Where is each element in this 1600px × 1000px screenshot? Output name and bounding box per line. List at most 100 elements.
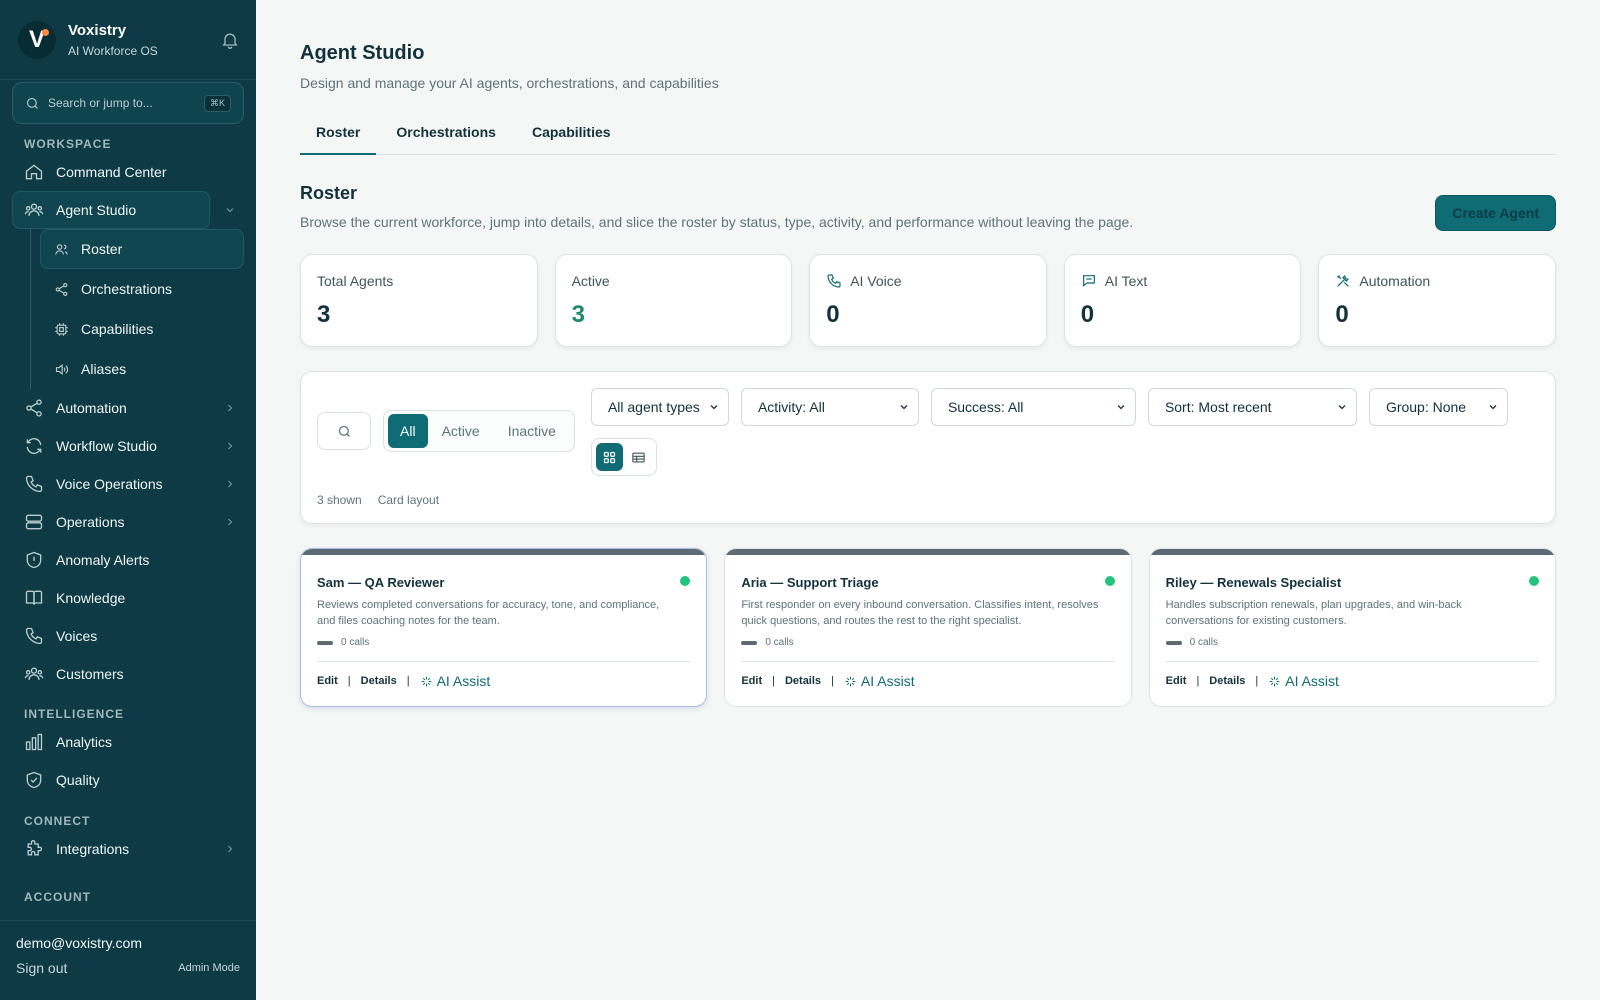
roster-title: Roster <box>300 183 358 203</box>
agent-card[interactable]: Sam — QA Reviewer Reviews completed conv… <box>300 548 708 707</box>
calls-bar <box>741 640 758 645</box>
sidebar-item-workflow-studio[interactable]: Workflow Studio <box>0 427 256 465</box>
filter-panel: All Active Inactive All agent types Acti… <box>300 371 1556 524</box>
page-title: Agent Studio <box>300 42 425 64</box>
sidebar-item-voice-operations[interactable]: Voice Operations <box>0 465 256 503</box>
filter-meta: 3 shown Card layout <box>317 493 439 507</box>
ai-assist-button[interactable]: AI Assist <box>844 673 915 689</box>
sidebar-subitem-roster[interactable]: Roster <box>40 229 244 269</box>
agent-card[interactable]: Aria — Support Triage First responder on… <box>724 548 1132 707</box>
edit-link[interactable]: Edit <box>1166 675 1187 687</box>
stat-label: Automation <box>1359 273 1431 289</box>
shown-count: 3 shown <box>317 493 362 507</box>
layout-label: Card layout <box>377 493 440 507</box>
sidebar-item-agent-studio[interactable]: Agent Studio <box>12 191 210 229</box>
tab-capabilities[interactable]: Capabilities <box>516 117 627 155</box>
stat-value: 0 <box>1080 301 1095 328</box>
sidebar-item-label: Anomaly Alerts <box>56 552 150 568</box>
section-intelligence: INTELLIGENCE <box>24 707 125 721</box>
agent-name: Riley — Renewals Specialist <box>1165 575 1342 590</box>
details-link[interactable]: Details <box>785 675 821 687</box>
sidebar-item-integrations[interactable]: Integrations <box>0 830 256 868</box>
tab-orchestrations[interactable]: Orchestrations <box>380 117 512 155</box>
sidebar-subitem-orchestrations[interactable]: Orchestrations <box>0 269 256 309</box>
stat-value: 0 <box>1335 301 1349 328</box>
sidebar-item-label: Operations <box>56 514 125 530</box>
sidebar-item-voices[interactable]: Voices <box>0 617 256 655</box>
search-icon <box>338 425 350 437</box>
tools-icon <box>1337 275 1350 287</box>
stat-card-ai-text: AI Text 0 <box>1063 254 1302 347</box>
stats-row: Total Agents 3 Active 3 AI Voice 0 AI Te… <box>300 254 1556 347</box>
sidebar-item-quality[interactable]: Quality <box>0 761 256 799</box>
chat-icon <box>1082 275 1095 287</box>
select-value: Success: All <box>947 399 1024 415</box>
ai-assist-button[interactable]: AI Assist <box>420 673 490 689</box>
create-agent-button[interactable]: Create Agent <box>1435 195 1556 231</box>
sparkle-icon <box>421 676 431 686</box>
group-select[interactable]: Group: None <box>1368 388 1508 426</box>
ai-assist-button[interactable]: AI Assist <box>1268 673 1339 689</box>
sidebar-item-label: Roster <box>81 241 123 257</box>
sidebar-item-analytics[interactable]: Analytics <box>0 723 256 761</box>
app-root: V Voxistry AI Workforce OS Search or jum… <box>0 0 1600 1000</box>
agent-card[interactable]: Riley — Renewals Specialist Handles subs… <box>1148 548 1556 707</box>
sidebar-item-customers[interactable]: Customers <box>0 655 256 693</box>
select-value: Sort: Most recent <box>1164 399 1272 415</box>
card-divider <box>317 661 691 662</box>
status-option-active[interactable]: Active <box>428 414 494 448</box>
search-icon <box>26 97 38 109</box>
grid-view-button[interactable] <box>595 443 623 471</box>
sidebar-item-label: Aliases <box>81 361 127 377</box>
sidebar-item-operations[interactable]: Operations <box>0 503 256 541</box>
sidebar-subitem-capabilities[interactable]: Capabilities <box>0 309 256 349</box>
status-option-inactive[interactable]: Inactive <box>494 414 570 448</box>
agent-type-select[interactable]: All agent types <box>590 388 729 426</box>
sidebar-subitem-aliases[interactable]: Aliases <box>0 349 256 389</box>
tab-roster[interactable]: Roster <box>300 117 377 155</box>
sidebar-search-placeholder: Search or jump to... <box>48 96 153 110</box>
sparkle-icon <box>1269 676 1280 686</box>
bell-icon[interactable] <box>220 30 240 50</box>
chevron-down-icon[interactable] <box>224 204 236 216</box>
puzzle-icon <box>27 840 43 856</box>
action-separator: | <box>406 675 410 687</box>
grid-icon <box>603 451 616 463</box>
status-option-all[interactable]: All <box>388 414 428 448</box>
sidebar-item-automation[interactable]: Automation <box>0 389 256 427</box>
stat-value: 3 <box>571 301 585 328</box>
details-link[interactable]: Details <box>1209 675 1245 687</box>
speaker-icon <box>55 363 69 375</box>
stat-value: 3 <box>317 301 331 328</box>
book-icon <box>25 590 43 605</box>
brand-logo[interactable]: V <box>18 20 56 59</box>
sidebar-item-knowledge[interactable]: Knowledge <box>0 579 256 617</box>
sign-out-link[interactable]: Sign out <box>16 960 67 976</box>
home-icon <box>25 164 43 180</box>
sidebar-item-label: Quality <box>56 772 100 788</box>
server-icon <box>25 514 43 530</box>
table-view-button[interactable] <box>625 443 652 471</box>
section-account: ACCOUNT <box>24 890 91 904</box>
success-select[interactable]: Success: All <box>930 388 1136 426</box>
activity-select[interactable]: Activity: All <box>740 388 919 426</box>
filter-search-button[interactable] <box>317 412 371 450</box>
brand-header: V Voxistry AI Workforce OS <box>0 0 256 80</box>
ai-assist-label: AI Assist <box>860 673 915 689</box>
chevron-down-icon <box>900 405 908 410</box>
details-link[interactable]: Details <box>361 675 397 687</box>
calls-count: 0 calls <box>341 637 370 648</box>
agent-description: Reviews completed conversations for accu… <box>317 599 660 627</box>
share-icon <box>55 282 68 296</box>
sidebar-item-command-center[interactable]: Command Center <box>0 153 256 191</box>
sidebar-search[interactable]: Search or jump to... ⌘K <box>12 82 244 124</box>
edit-link[interactable]: Edit <box>741 675 762 687</box>
refresh-icon <box>26 437 42 455</box>
user-email: demo@voxistry.com <box>16 935 142 951</box>
users-icon <box>24 667 44 680</box>
sidebar-footer: demo@voxistry.com Sign out Admin Mode <box>0 920 256 1000</box>
edit-link[interactable]: Edit <box>317 675 338 687</box>
sort-select[interactable]: Sort: Most recent <box>1147 388 1357 426</box>
select-value: Group: None <box>1385 399 1467 415</box>
sidebar-item-anomaly-alerts[interactable]: Anomaly Alerts <box>0 541 256 579</box>
